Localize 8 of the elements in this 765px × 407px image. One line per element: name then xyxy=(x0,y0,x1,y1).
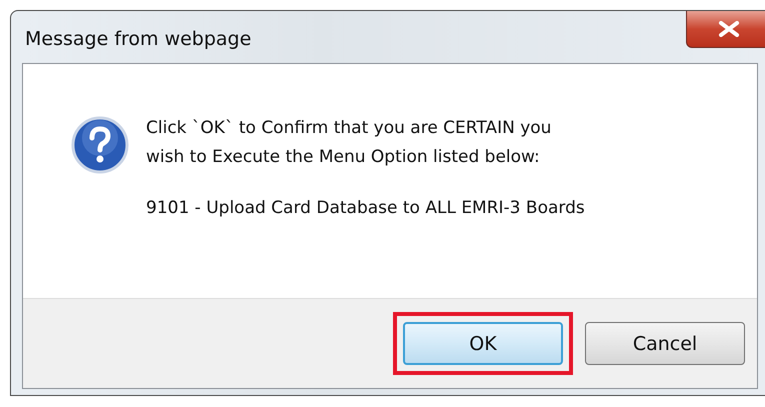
dialog-button[interactable]: OK xyxy=(403,322,563,365)
window-title: Message from webpage xyxy=(25,28,252,50)
dialog-button[interactable]: Cancel xyxy=(585,322,745,365)
close-button[interactable] xyxy=(686,11,765,48)
menu-option-text: 9101 - Upload Card Database to ALL EMRI-3 Boards xyxy=(146,198,585,218)
question-icon xyxy=(71,116,129,174)
close-icon xyxy=(718,21,740,37)
message-text: Click `OK` to Confirm that you are CERTAIN you wish to Execute the Menu Option listed below: xyxy=(146,117,552,169)
